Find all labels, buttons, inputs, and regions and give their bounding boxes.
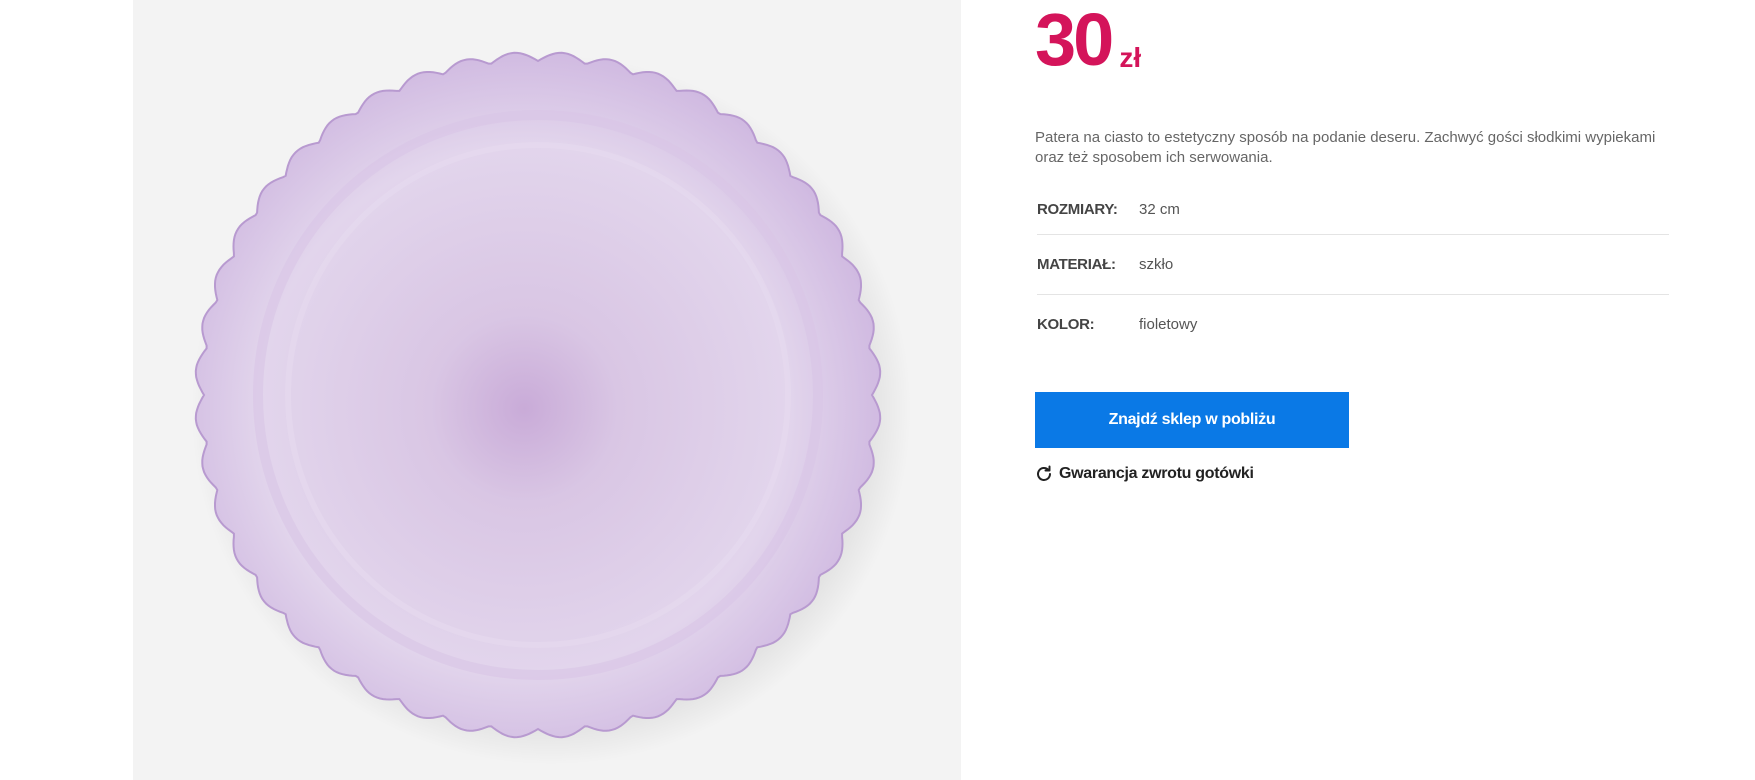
spec-label: MATERIAŁ: <box>1037 255 1116 273</box>
spec-value: szkło <box>1139 255 1174 273</box>
spec-label: KOLOR: <box>1037 315 1095 333</box>
price-amount: 30 <box>1035 0 1114 81</box>
find-store-button[interactable]: Znajdź sklep w pobliżu <box>1035 392 1349 448</box>
product-description: Patera na ciasto to estetyczny sposób na… <box>1035 129 1656 166</box>
money-back-guarantee[interactable]: Gwarancja zwrotu gotówki <box>1035 465 1254 483</box>
guarantee-label: Gwarancja zwrotu gotówki <box>1059 465 1254 482</box>
spec-row-size: ROZMIARY: 32 cm <box>1037 184 1669 234</box>
product-price: 30 zł <box>1035 0 1142 81</box>
spec-value: 32 cm <box>1139 200 1180 218</box>
cake-stand-plate-image <box>191 51 911 765</box>
product-specs: ROZMIARY: 32 cm MATERIAŁ: szkło KOLOR: f… <box>1037 184 1669 354</box>
price-currency: zł <box>1119 42 1142 73</box>
spec-row-color: KOLOR: fioletowy <box>1037 294 1669 354</box>
spec-row-material: MATERIAŁ: szkło <box>1037 234 1669 294</box>
refresh-icon <box>1037 465 1051 481</box>
product-image[interactable] <box>133 0 961 780</box>
spec-label: ROZMIARY: <box>1037 200 1118 218</box>
spec-value: fioletowy <box>1139 315 1198 333</box>
